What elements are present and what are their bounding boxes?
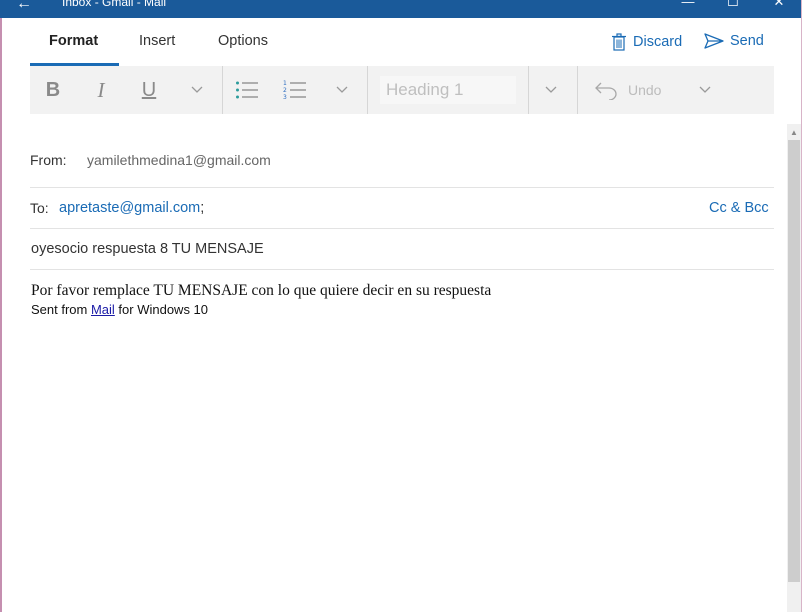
mail-app-link[interactable]: Mail (91, 302, 115, 317)
undo-label[interactable]: Undo (628, 66, 661, 114)
minimize-icon[interactable]: — (678, 0, 698, 9)
cc-bcc-button[interactable]: Cc & Bcc (709, 200, 769, 216)
style-dropdown[interactable]: Heading 1 (380, 76, 516, 104)
back-arrow-icon[interactable]: ← (16, 0, 32, 13)
numbered-list-icon[interactable]: 1 2 3 (280, 66, 310, 114)
svg-text:2: 2 (283, 87, 287, 94)
tab-format[interactable]: Format (49, 26, 98, 66)
background-window-edge (801, 0, 807, 612)
svg-text:3: 3 (283, 94, 287, 101)
toolbar-divider (222, 66, 223, 114)
scroll-up-icon[interactable]: ▲ (787, 124, 801, 140)
signature-prefix: Sent from (31, 302, 91, 317)
recipient-separator: ; (200, 200, 205, 216)
trash-icon (612, 33, 626, 51)
send-icon (704, 33, 724, 49)
window-left-edge (0, 18, 2, 612)
font-options-chevron-icon[interactable] (185, 66, 209, 114)
bold-button[interactable]: B (38, 66, 68, 114)
from-label: From: (30, 152, 67, 168)
scroll-thumb[interactable] (788, 140, 800, 582)
email-signature[interactable]: Sent from Mail for Windows 10 (31, 302, 208, 317)
title-bar: ← Inbox - Gmail - Mail — ☐ ✕ (0, 0, 801, 18)
window-title: Inbox - Gmail - Mail (62, 0, 167, 9)
field-divider (30, 269, 774, 270)
field-divider (30, 187, 774, 188)
underline-button[interactable]: U (134, 66, 164, 114)
toolbar-divider (367, 66, 368, 114)
vertical-scrollbar[interactable]: ▲ (787, 124, 801, 612)
tab-options[interactable]: Options (218, 26, 268, 66)
subject-field[interactable]: oyesocio respuesta 8 TU MENSAJE (31, 241, 264, 257)
undo-icon[interactable] (592, 66, 620, 114)
to-label: To: (30, 200, 49, 216)
style-dropdown-chevron-icon[interactable] (539, 66, 563, 114)
send-label: Send (730, 33, 764, 49)
maximize-icon[interactable]: ☐ (723, 0, 743, 9)
bullet-list-icon[interactable] (232, 66, 262, 114)
more-options-chevron-icon[interactable] (693, 66, 717, 114)
tab-insert[interactable]: Insert (139, 26, 175, 66)
message-body-text[interactable]: Por favor remplace TU MENSAJE con lo que… (31, 282, 491, 300)
field-divider (30, 228, 774, 229)
send-button[interactable]: Send (704, 33, 764, 49)
signature-suffix: for Windows 10 (114, 302, 209, 317)
to-field[interactable]: apretaste@gmail.com; (59, 200, 204, 216)
toolbar-divider (577, 66, 578, 114)
format-toolbar: B I U 1 2 3 Heading 1 Undo (30, 66, 774, 114)
recipient-address[interactable]: apretaste@gmail.com (59, 200, 200, 216)
toolbar-divider (528, 66, 529, 114)
svg-text:1: 1 (283, 80, 287, 87)
close-icon[interactable]: ✕ (769, 0, 789, 9)
from-account[interactable]: yamilethmedina1@gmail.com (87, 152, 271, 168)
discard-button[interactable]: Discard (611, 33, 682, 51)
italic-button[interactable]: I (86, 66, 116, 114)
discard-label: Discard (633, 34, 683, 50)
paragraph-options-chevron-icon[interactable] (330, 66, 354, 114)
